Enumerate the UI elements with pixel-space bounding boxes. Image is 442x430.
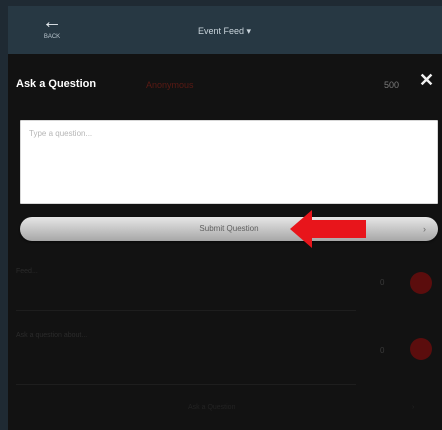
background-row-indicator [410,338,432,360]
modal-overlay [8,54,442,430]
modal-title: Ask a Question [16,78,97,90]
back-label: BACK [43,34,61,40]
close-icon[interactable]: ✕ [419,70,434,91]
event-feed-dropdown[interactable]: Event Feed ▾ [198,26,251,37]
background-row-text: Feed... [16,268,38,275]
highlight-arrow-icon [290,210,366,248]
question-input[interactable]: Type a question... [20,120,438,204]
footer-label: Ask a Question [188,404,236,411]
background-row-count: 0 [380,278,385,287]
app-frame: ← BACK Event Feed ▾ Feed... 0 Ask a ques… [0,0,442,430]
row-divider [16,384,356,385]
top-app-bar: ← BACK Event Feed ▾ [8,6,442,54]
chevron-right-icon: › [423,224,426,234]
modal-subtitle: Anonymous [146,80,194,90]
back-button[interactable]: ← BACK [30,12,74,50]
background-row-text: Ask a question about... [16,332,88,339]
footer-chevron-icon: › [412,404,415,411]
background-row-indicator [410,272,432,294]
character-counter: 500 [384,80,400,90]
back-arrow-icon: ← [42,11,62,33]
row-divider [16,310,356,311]
background-row-count: 0 [380,346,385,355]
submit-question-label: Submit Question [199,224,259,233]
submit-question-button[interactable]: Submit Question › [20,217,438,241]
